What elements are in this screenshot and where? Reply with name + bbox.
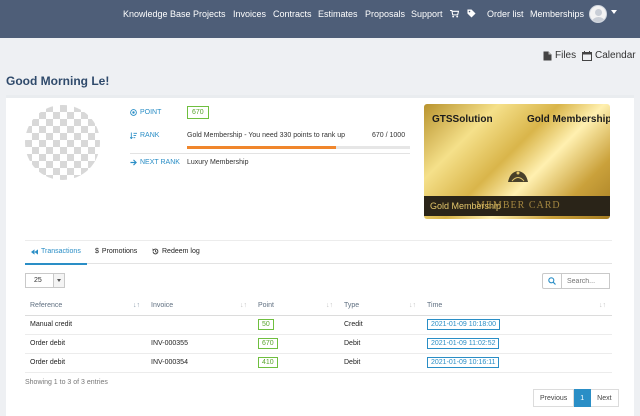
nav-knowledge-base[interactable]: Knowledge Base (123, 9, 191, 20)
cell-type: Debit (339, 353, 422, 373)
col-invoice[interactable]: Invoice ↓↑ (146, 297, 253, 316)
files-link[interactable]: Files (543, 50, 576, 61)
file-icon (543, 51, 552, 60)
nav-proposals[interactable]: Proposals (365, 9, 405, 20)
rank-progress-fill (187, 146, 337, 149)
greeting-title: Good Morning Le! (6, 74, 110, 88)
entries-info: Showing 1 to 3 of 3 entries (25, 379, 108, 386)
card-tier-name: Gold Membership (527, 114, 610, 125)
col-type[interactable]: Type ↓↑ (339, 297, 422, 316)
cell-point: 50 (253, 315, 339, 335)
time-badge: 2021-01-09 11:02:52 (427, 338, 500, 349)
cell-type: Debit (339, 334, 422, 354)
calendar-icon (582, 50, 592, 61)
rank-description: Gold Membership - You need 330 points to… (187, 132, 345, 139)
cell-time: 2021-01-09 10:18:00 (422, 315, 612, 335)
time-badge: 2021-01-09 10:18:00 (427, 319, 500, 330)
nav-estimates[interactable]: Estimates (318, 9, 358, 20)
point-value-badge: 670 (187, 106, 209, 119)
search-button[interactable] (542, 273, 562, 289)
table-row: Manual credit 50 Credit 2021-01-09 10:18… (25, 315, 612, 335)
cell-type: Credit (339, 315, 422, 335)
table-row: Order debit INV-000354 410 Debit 2021-01… (25, 353, 612, 373)
cell-point: 670 (253, 334, 339, 354)
cell-time: 2021-01-09 10:16:11 (422, 353, 612, 373)
rank-point-count: 670 / 1000 (372, 132, 406, 139)
rank-label: RANK (130, 132, 159, 139)
cell-invoice[interactable] (146, 315, 253, 335)
cell-reference: Order debit (25, 353, 146, 373)
chevron-down-icon (57, 279, 61, 282)
cell-invoice[interactable]: INV-000354 (146, 353, 253, 373)
dollar-icon: $ (95, 248, 99, 255)
rank-divider (130, 153, 410, 154)
membership-card-image: GTSSolution Gold Membership Gold Members… (424, 104, 610, 219)
point-badge: 50 (258, 319, 274, 330)
user-avatar[interactable] (589, 5, 607, 23)
arrow-right-icon (130, 159, 137, 166)
calendar-link[interactable]: Calendar (582, 50, 636, 61)
search-input[interactable] (562, 273, 610, 289)
cell-reference: Manual credit (25, 315, 146, 335)
nav-memberships[interactable]: Memberships (530, 9, 584, 20)
avatar-body-shape (592, 17, 605, 22)
avatar-head-shape (595, 9, 602, 16)
nav-order-list[interactable]: Order list (487, 9, 524, 20)
card-company-name: GTSSolution (432, 114, 493, 125)
col-time[interactable]: Time ↓↑ (422, 297, 612, 316)
tags-icon[interactable] (467, 9, 476, 18)
nav-projects[interactable]: Projects (193, 9, 226, 20)
sort-asc-icon: ↓↑ (133, 302, 140, 309)
cell-invoice[interactable]: INV-000355 (146, 334, 253, 354)
backward-icon (31, 248, 38, 255)
point-badge: 670 (258, 338, 278, 349)
bullseye-icon (130, 109, 137, 116)
cell-point: 410 (253, 353, 339, 373)
pagination: Previous 1 Next (533, 389, 619, 407)
sort-icon: ↓↑ (326, 302, 333, 309)
tab-redeem-log[interactable]: Redeem log (152, 248, 200, 255)
pagination-page-1[interactable]: 1 (574, 389, 592, 407)
profile-image-placeholder (25, 105, 100, 180)
tab-promotions[interactable]: $ Promotions (95, 248, 137, 255)
calendar-label: Calendar (595, 50, 636, 61)
nav-contracts[interactable]: Contracts (273, 9, 312, 20)
cell-reference: Order debit (25, 334, 146, 354)
table-row: Order debit INV-000355 670 Debit 2021-01… (25, 334, 612, 354)
next-rank-value: Luxury Membership (187, 159, 249, 166)
point-label: POINT (130, 109, 161, 116)
col-reference[interactable]: Reference ↓↑ (25, 297, 146, 316)
tab-bar: Transactions $ Promotions Redeem log (25, 240, 612, 265)
files-label: Files (555, 50, 577, 61)
sort-icon: ↓↑ (599, 302, 606, 309)
nav-invoices[interactable]: Invoices (233, 9, 266, 20)
user-menu-caret-icon[interactable] (611, 10, 617, 14)
col-point[interactable]: Point ↓↑ (253, 297, 339, 316)
top-navbar: Knowledge Base Projects Invoices Contrac… (0, 0, 640, 38)
table-header-row: Reference ↓↑ Invoice ↓↑ Point ↓↑ Type ↓↑ Tim… (25, 297, 612, 316)
card-band: Gold Membership MEMBER CARD (424, 196, 610, 216)
cart-icon[interactable] (450, 10, 459, 18)
card-crest-icon (508, 171, 528, 182)
time-badge: 2021-01-09 10:16:11 (427, 357, 500, 368)
page-size-select[interactable]: 25 (25, 273, 65, 288)
search-icon (548, 277, 556, 285)
pagination-previous[interactable]: Previous (533, 389, 575, 407)
nav-support[interactable]: Support (411, 9, 443, 20)
sort-amount-icon (130, 132, 137, 139)
card-subtitle: MEMBER CARD (476, 200, 561, 211)
pagination-next[interactable]: Next (591, 389, 619, 407)
history-icon (152, 248, 159, 255)
next-rank-label: NEXT RANK (130, 159, 180, 166)
tab-transactions[interactable]: Transactions (31, 248, 81, 255)
point-badge: 410 (258, 357, 278, 368)
rank-progress-bar (187, 146, 410, 149)
cell-time: 2021-01-09 11:02:52 (422, 334, 612, 354)
active-tab-indicator (25, 263, 87, 265)
select-arrow (53, 274, 64, 287)
transactions-table: Reference ↓↑ Invoice ↓↑ Point ↓↑ Type ↓↑ Tim… (25, 297, 612, 373)
sort-icon: ↓↑ (409, 302, 416, 309)
sort-icon: ↓↑ (240, 302, 247, 309)
